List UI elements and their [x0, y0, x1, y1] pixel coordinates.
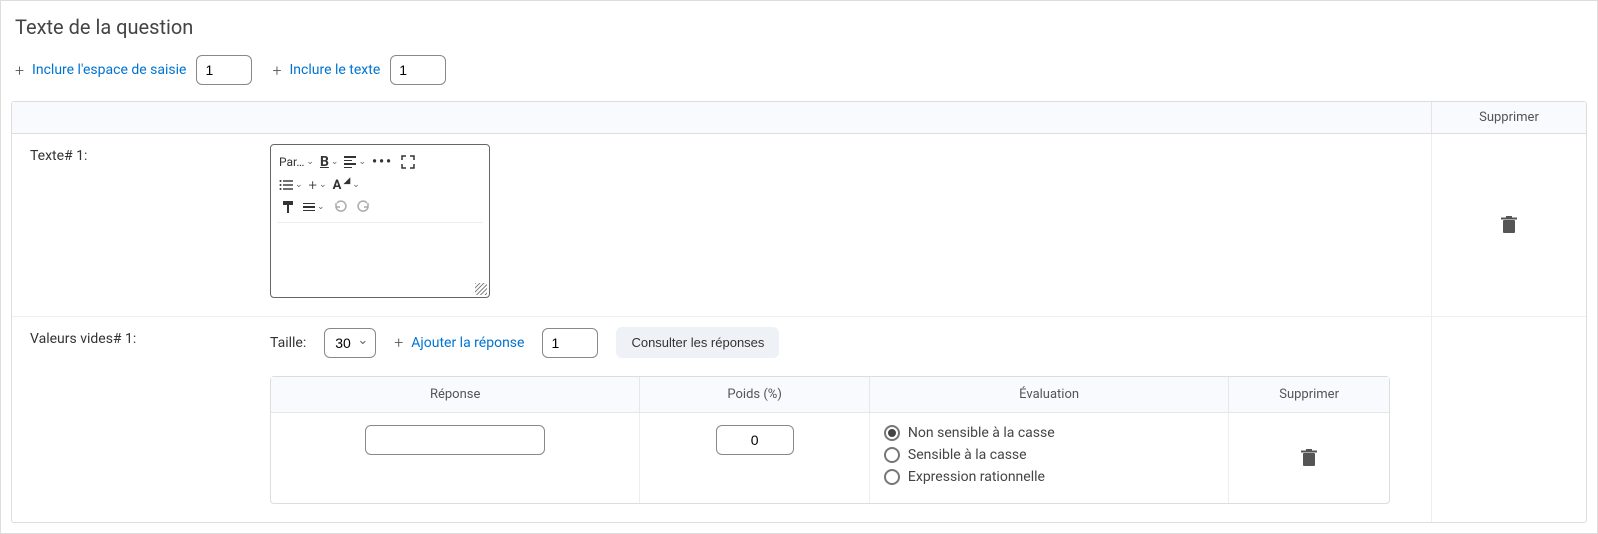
col-header-evaluation: Évaluation [870, 377, 1229, 412]
add-answer-count[interactable] [542, 328, 598, 358]
view-answers-button[interactable]: Consulter les réponses [616, 327, 779, 358]
include-input-space-button[interactable]: + Inclure l'espace de saisie [15, 61, 186, 80]
delete-answer-button[interactable] [1301, 449, 1317, 467]
include-input-space-label: Inclure l'espace de saisie [32, 62, 186, 78]
redo-button[interactable] [355, 200, 373, 214]
editor-toolbar: Par… ⌄ B ⌄ ⌄ [271, 145, 489, 227]
redo-icon [357, 200, 371, 214]
undo-icon [333, 200, 347, 214]
grid-header-supprimer: Supprimer [1431, 102, 1586, 133]
answers-table: Réponse Poids (%) Évaluation Supprimer [270, 376, 1390, 504]
col-header-supprimer: Supprimer [1229, 377, 1389, 412]
more-button[interactable]: ••• [372, 154, 393, 170]
chevron-down-icon: ⌄ [319, 180, 327, 190]
paragraph-label: Par… [279, 155, 304, 169]
align-left-icon [344, 156, 356, 168]
col-header-poids: Poids (%) [640, 377, 870, 412]
chevron-down-icon: ⌄ [352, 180, 360, 190]
trash-icon [1501, 216, 1517, 234]
fullscreen-icon [401, 155, 415, 169]
trash-icon [1301, 449, 1317, 467]
radio-label: Sensible à la casse [908, 447, 1027, 463]
font-icon: A [333, 178, 342, 193]
chevron-down-icon: ⌄ [317, 202, 325, 212]
ellipsis-icon: ••• [372, 154, 393, 170]
size-label: Taille: [270, 335, 306, 351]
values-block-row: Valeurs vides# 1: Taille: 30 + Ajouter l… [12, 317, 1586, 522]
values-block-label: Valeurs vides# 1: [12, 317, 262, 522]
include-text-label: Inclure le texte [289, 62, 380, 78]
undo-button[interactable] [331, 200, 349, 214]
format-painter-icon [281, 200, 295, 214]
delete-text-block-button[interactable] [1501, 216, 1517, 234]
font-button[interactable]: A◢ ⌄ [333, 178, 360, 193]
include-text-count[interactable] [390, 55, 446, 85]
editor-content-area[interactable] [271, 227, 489, 297]
chevron-down-icon: ⌄ [306, 157, 314, 167]
text-block-row: Texte# 1: Par… ⌄ B ⌄ [12, 134, 1586, 317]
evaluation-option-regex[interactable]: Expression rationnelle [884, 469, 1055, 485]
bold-icon: B [320, 154, 329, 170]
blocks-grid: Supprimer Texte# 1: Par… ⌄ B [11, 101, 1587, 523]
format-painter-button[interactable] [279, 200, 297, 214]
size-select[interactable]: 30 [324, 328, 376, 358]
grid-header-filler [12, 102, 1431, 133]
insert-button[interactable]: + ⌄ [309, 176, 327, 194]
grid-header: Supprimer [12, 102, 1586, 134]
plus-icon: + [309, 176, 317, 194]
evaluation-option-case-sensitive[interactable]: Sensible à la casse [884, 447, 1055, 463]
chevron-down-icon: ⌄ [358, 157, 366, 167]
resize-handle[interactable] [475, 283, 487, 295]
evaluation-option-case-insensitive[interactable]: Non sensible à la casse [884, 425, 1055, 441]
page-title: Texte de la question [11, 11, 1587, 49]
rich-text-editor[interactable]: Par… ⌄ B ⌄ ⌄ [270, 144, 490, 298]
fullscreen-button[interactable] [399, 155, 417, 169]
evaluation-radio-group: Non sensible à la casse Sensible à la ca… [884, 425, 1055, 485]
text-block-label: Texte# 1: [12, 134, 262, 316]
chevron-down-icon: ⌄ [295, 180, 303, 190]
answer-input[interactable] [365, 425, 545, 455]
radio-icon [884, 469, 900, 485]
plus-icon: + [394, 333, 403, 352]
add-answer-label: Ajouter la réponse [411, 335, 524, 351]
radio-label: Non sensible à la casse [908, 425, 1055, 441]
list-icon [279, 179, 293, 191]
plus-icon: + [272, 61, 281, 80]
include-bar: + Inclure l'espace de saisie + Inclure l… [11, 49, 1587, 101]
include-input-space-count[interactable] [196, 55, 252, 85]
line-height-button[interactable]: ⌄ [303, 202, 325, 212]
chevron-down-icon: ⌄ [331, 157, 339, 167]
line-height-icon [303, 203, 315, 212]
paragraph-style-select[interactable]: Par… ⌄ [279, 155, 314, 169]
align-button[interactable]: ⌄ [344, 156, 366, 168]
list-button[interactable]: ⌄ [279, 179, 303, 191]
radio-icon [884, 447, 900, 463]
col-header-reponse: Réponse [271, 377, 640, 412]
answers-table-row: Non sensible à la casse Sensible à la ca… [271, 413, 1389, 503]
bold-button[interactable]: B ⌄ [320, 154, 338, 170]
add-answer-button[interactable]: + Ajouter la réponse [394, 333, 524, 352]
radio-icon [884, 425, 900, 441]
plus-icon: + [15, 61, 24, 80]
answers-table-header: Réponse Poids (%) Évaluation Supprimer [271, 377, 1389, 413]
radio-label: Expression rationnelle [908, 469, 1045, 485]
values-block-delete-cell [1431, 317, 1586, 522]
include-text-button[interactable]: + Inclure le texte [272, 61, 380, 80]
weight-input[interactable] [716, 425, 794, 455]
